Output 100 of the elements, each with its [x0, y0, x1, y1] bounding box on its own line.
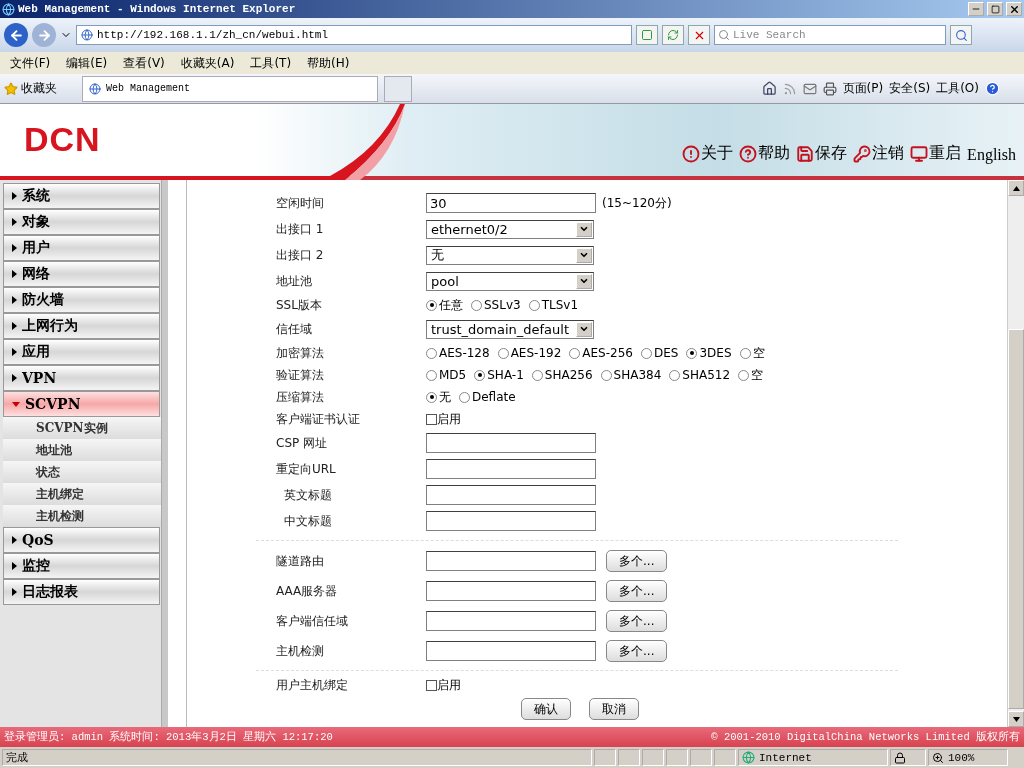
form-button[interactable]: 取消	[589, 698, 639, 720]
text-field[interactable]	[426, 611, 596, 631]
text-field[interactable]	[426, 581, 596, 601]
command-menu[interactable]: 工具(O)	[936, 80, 979, 97]
scroll-up-icon	[1012, 185, 1020, 191]
radio-button[interactable]	[600, 369, 612, 381]
sidebar-item[interactable]: 防火墙	[3, 287, 160, 313]
sidebar-subitem[interactable]: 主机绑定	[3, 483, 161, 505]
menu-item[interactable]: 文件(F)	[4, 54, 57, 72]
header-link[interactable]: 重启	[910, 143, 962, 164]
radio-button[interactable]	[459, 391, 470, 403]
checkbox[interactable]	[426, 413, 437, 425]
scrollbar[interactable]	[1007, 180, 1024, 727]
search-button[interactable]	[950, 25, 972, 45]
dropdown[interactable]: trust_domain_default	[426, 319, 594, 339]
header-link[interactable]: 帮助	[739, 143, 791, 164]
radio-button[interactable]	[497, 347, 509, 359]
radio-button[interactable]	[426, 299, 437, 311]
command-menu[interactable]: 页面(P)	[842, 80, 884, 97]
more-button[interactable]: 多个...	[606, 610, 668, 632]
radio-button[interactable]	[739, 347, 751, 359]
sidebar-item[interactable]: 对象	[3, 209, 160, 235]
logout-icon	[853, 144, 872, 163]
sidebar-item[interactable]: 用户	[3, 235, 160, 261]
dropdown[interactable]: pool	[426, 271, 594, 291]
text-field[interactable]: 30	[426, 193, 596, 213]
header-link[interactable]: 保存	[796, 143, 848, 164]
sidebar-item[interactable]: 监控	[3, 553, 160, 579]
radio-button[interactable]	[640, 347, 652, 359]
text-field[interactable]	[426, 485, 596, 505]
radio-button[interactable]	[426, 369, 437, 381]
save-icon	[796, 144, 815, 163]
sidebar-item[interactable]: VPN	[3, 365, 160, 391]
sidebar-item[interactable]: SCVPN	[3, 391, 160, 417]
form-button[interactable]: 确认	[521, 698, 571, 720]
radio-button[interactable]	[528, 299, 540, 311]
dropdown[interactable]: ethernet0/2	[426, 219, 594, 239]
print-icon[interactable]	[822, 81, 837, 96]
search-field[interactable]: Live Search	[714, 25, 946, 45]
radio-button[interactable]	[531, 369, 543, 381]
sidebar-subitem[interactable]: 状态	[3, 461, 161, 483]
hint-text: (15~120分)	[602, 194, 672, 212]
zoom-control[interactable]: 100%	[928, 749, 1008, 766]
stop-button[interactable]	[688, 25, 710, 45]
sidebar-item[interactable]: 网络	[3, 261, 160, 287]
browser-tab[interactable]: Web Management	[82, 75, 378, 102]
more-button[interactable]: 多个...	[606, 550, 668, 572]
maximize-button[interactable]	[987, 2, 1003, 16]
mail-icon[interactable]	[802, 81, 817, 96]
address-field[interactable]: http://192.168.1.1/zh_cn/webui.html	[76, 25, 632, 45]
header-link[interactable]: 关于	[682, 143, 734, 164]
radio-button[interactable]	[426, 347, 437, 359]
sidebar-subitem[interactable]: SCVPN实例	[3, 417, 161, 439]
radio-label: DES	[653, 346, 679, 360]
sidebar-item[interactable]: 应用	[3, 339, 160, 365]
sidebar-item[interactable]: 上网行为	[3, 313, 160, 339]
radio-button[interactable]	[474, 369, 486, 381]
back-button[interactable]	[4, 23, 28, 47]
help-icon[interactable]	[985, 81, 1000, 96]
field-label: 加密算法	[276, 344, 325, 362]
close-button[interactable]	[1006, 2, 1022, 16]
radio-button[interactable]	[686, 347, 698, 359]
sidebar-subitem[interactable]: 主机检测	[3, 505, 161, 527]
minimize-button[interactable]	[968, 2, 984, 16]
radio-label: 空	[752, 344, 765, 362]
sidebar-item[interactable]: QoS	[3, 527, 160, 553]
more-button[interactable]: 多个...	[606, 580, 668, 602]
sidebar-item[interactable]: 日志报表	[3, 579, 160, 605]
radio-button[interactable]	[569, 347, 581, 359]
checkbox[interactable]	[426, 679, 437, 691]
radio-label: SHA384	[613, 368, 662, 382]
radio-button[interactable]	[738, 369, 750, 381]
search-icon	[954, 28, 968, 42]
compatibility-button[interactable]	[636, 25, 658, 45]
radio-button[interactable]	[471, 299, 482, 311]
menu-item[interactable]: 帮助(H)	[301, 54, 356, 72]
sidebar-item[interactable]: 系统	[3, 183, 160, 209]
favorites-button[interactable]: 收藏夹	[4, 80, 76, 97]
header-link[interactable]: 注销	[853, 143, 905, 164]
text-field[interactable]	[426, 641, 596, 661]
text-field[interactable]	[426, 433, 596, 453]
menu-item[interactable]: 收藏夹(A)	[174, 54, 241, 72]
radio-button[interactable]	[669, 369, 681, 381]
new-tab-button[interactable]	[384, 75, 412, 102]
menu-item[interactable]: 工具(T)	[244, 54, 298, 72]
text-field[interactable]	[426, 551, 596, 571]
radio-button[interactable]	[426, 391, 437, 403]
splitter-handle[interactable]	[162, 180, 168, 727]
menu-item[interactable]: 查看(V)	[117, 54, 171, 72]
command-menu[interactable]: 安全(S)	[889, 80, 931, 97]
text-field[interactable]	[426, 459, 596, 479]
field-label: 压缩算法	[276, 388, 325, 406]
feed-icon[interactable]	[782, 81, 797, 96]
dropdown[interactable]: 无	[426, 245, 594, 265]
refresh-button[interactable]	[662, 25, 684, 45]
language-link[interactable]: English	[967, 146, 1016, 164]
more-button[interactable]: 多个...	[606, 640, 668, 662]
sidebar-subitem[interactable]: 地址池	[3, 439, 161, 461]
text-field[interactable]	[426, 511, 596, 531]
menu-item[interactable]: 编辑(E)	[60, 54, 114, 72]
